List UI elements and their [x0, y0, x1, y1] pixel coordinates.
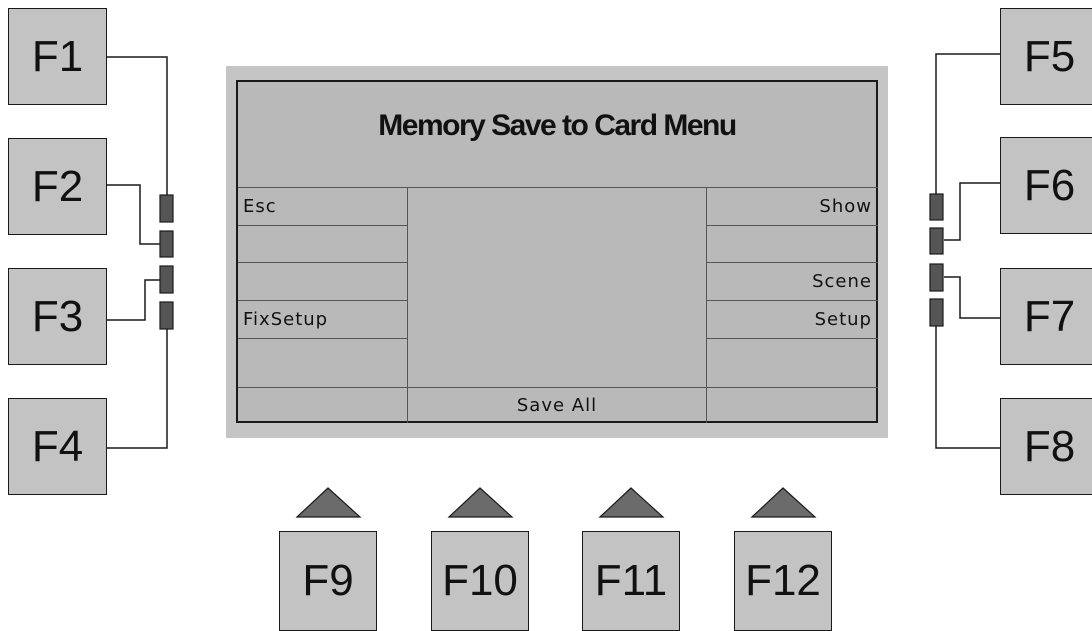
f8-key[interactable]: F8	[1000, 398, 1092, 495]
softkey-setup[interactable]: Setup	[707, 301, 878, 338]
softkey-bottom-3[interactable]	[707, 388, 878, 423]
f1-connector-line	[107, 56, 168, 195]
lcd-screen: Memory Save to Card Menu Esc FixSetup Sh…	[236, 80, 878, 423]
f8-indicator	[929, 298, 944, 327]
f11-key[interactable]: F11	[582, 531, 680, 631]
f6-connector-line	[944, 182, 1000, 241]
softkey-show[interactable]: Show	[707, 188, 878, 225]
f7-indicator	[929, 263, 944, 292]
f8-connector-line	[935, 326, 1000, 449]
softkey-save-all[interactable]: Save All	[408, 388, 706, 423]
softkey-right-2[interactable]	[707, 226, 878, 262]
f2-key[interactable]: F2	[8, 138, 107, 235]
f1-indicator	[159, 194, 174, 223]
f6-indicator	[929, 227, 944, 255]
softkey-left-5[interactable]	[238, 339, 407, 387]
f9-key[interactable]: F9	[279, 531, 377, 631]
f9-arrow-up-icon	[295, 487, 362, 518]
screen-title: Memory Save to Card Menu	[378, 109, 737, 142]
f3-indicator	[159, 265, 174, 294]
f10-key[interactable]: F10	[431, 531, 529, 631]
softkey-bottom-1[interactable]	[238, 388, 407, 423]
f3-key[interactable]: F3	[8, 268, 107, 365]
f12-arrow-up-icon	[750, 487, 817, 518]
f11-arrow-up-icon	[598, 487, 665, 518]
f4-connector-line	[107, 329, 168, 449]
f10-arrow-up-icon	[447, 487, 514, 518]
screen-content-area	[408, 188, 706, 387]
f5-key[interactable]: F5	[1000, 8, 1092, 105]
softkey-left-2[interactable]	[238, 226, 407, 262]
softkey-left-3[interactable]	[238, 263, 407, 300]
f7-key[interactable]: F7	[1000, 268, 1092, 365]
softkey-right-5[interactable]	[707, 339, 878, 387]
f6-key[interactable]: F6	[1000, 137, 1092, 234]
f7-connector-line	[944, 276, 1000, 319]
softkey-esc[interactable]: Esc	[238, 188, 407, 225]
f1-key[interactable]: F1	[8, 8, 107, 105]
f2-connector-line	[107, 184, 160, 245]
f5-connector-line	[935, 53, 1000, 194]
f4-key[interactable]: F4	[8, 398, 107, 495]
f4-indicator	[159, 301, 174, 330]
softkey-fixsetup[interactable]: FixSetup	[238, 301, 407, 338]
softkey-scene[interactable]: Scene	[707, 263, 878, 300]
f2-indicator	[159, 230, 174, 258]
f5-indicator	[929, 193, 944, 221]
f3-connector-line	[107, 279, 160, 321]
f12-key[interactable]: F12	[734, 531, 832, 631]
